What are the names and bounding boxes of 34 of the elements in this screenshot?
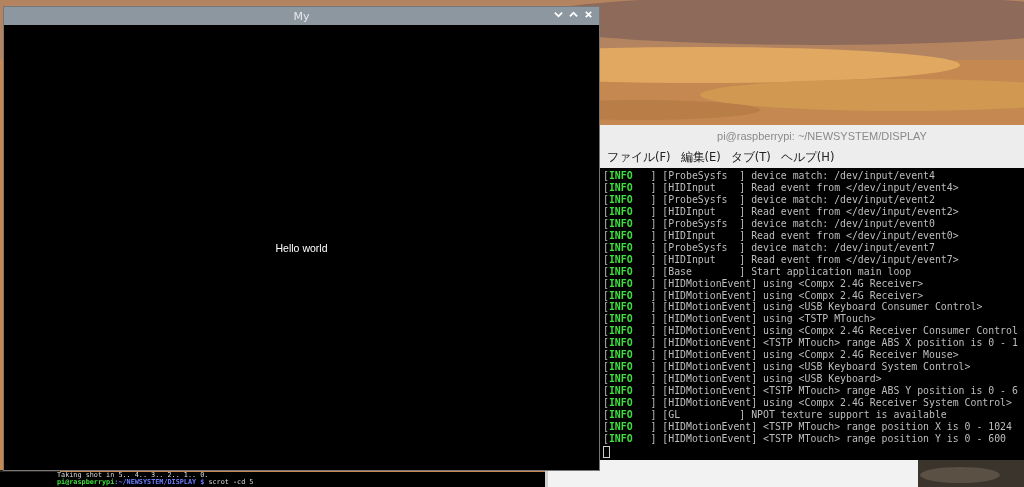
log-line: [INFO ] [ProbeSysfs ] device match: /dev/input/event2 [603,193,935,206]
log-line: [INFO ] [GL ] NPOT texture support is available [603,409,947,421]
cursor-icon [603,445,610,458]
log-line: [INFO ] [Base ] Start application main loop [603,265,912,278]
log-line: [INFO ] [HIDMotionEvent] <TSTP MTouch> range position Y is 0 - 600 [603,432,1007,445]
log-line: [INFO ] [HIDInput ] Read event from </dev/input/event7> [603,253,959,266]
log-line: [INFO ] [HIDMotionEvent] <TSTP MTouch> range ABS Y position is 0 - 6 [603,385,1018,398]
window-title: pi@raspberrypi: ~/NEWSYSTEM/DISPLAY [717,130,927,142]
log-line: [INFO ] [HIDMotionEvent] using <Compx 2.4G Receiver> [603,289,924,302]
log-line: [INFO ] [HIDMotionEvent] using <USB Keyboard> [603,373,882,386]
log-line: [INFO ] [HIDMotionEvent] using <USB Keyboard Consumer Control> [603,301,983,314]
log-line: [INFO ] [HIDInput ] Read event from </dev/input/event4> [603,181,959,194]
menu-item[interactable]: 編集(E) [680,150,721,165]
close-icon[interactable] [584,10,593,19]
maximize-icon[interactable] [569,10,578,19]
log-line: [INFO ] [HIDMotionEvent] using <TSTP MTouch> [603,313,876,326]
log-line: [INFO ] [HIDMotionEvent] using <Compx 2.4G Receiver Mouse> [603,349,959,362]
log-line: [INFO ] [HIDMotionEvent] <TSTP MTouch> range position X is 0 - 1024 [603,421,1012,433]
log-line: [INFO ] [HIDMotionEvent] using <Compx 2.4G Receiver System Control> [603,397,1012,410]
menu-item[interactable]: ヘルプ(H) [780,150,835,165]
window-title: My [293,9,310,23]
log-line: [INFO ] [HIDMotionEvent] using <Compx 2.4G Receiver Consumer Control [603,325,1018,338]
log-line: [INFO ] [HIDInput ] Read event from </dev/input/event2> [603,205,959,218]
minimize-icon[interactable] [554,10,563,19]
log-line: [INFO ] [HIDMotionEvent] using <Compx 2.4G Receiver> [603,277,924,290]
log-line: [INFO ] [HIDMotionEvent] using <USB Keyboard System Control> [603,361,971,374]
log-line: [INFO ] [ProbeSysfs ] device match: /dev/input/event7 [603,241,935,254]
menu-item[interactable]: ファイル(F) [607,150,671,165]
hello-text: Hello world [275,241,328,254]
log-line: [INFO ] [ProbeSysfs ] device match: /dev/input/event0 [603,217,935,230]
log-line: [INFO ] [ProbeSysfs ] device match: /dev/input/event4 [603,170,935,182]
log-line: [INFO ] [HIDInput ] Read event from </dev/input/event0> [603,229,959,242]
menu-item[interactable]: タブ(T) [730,150,771,165]
log-line: [INFO ] [HIDMotionEvent] <TSTP MTouch> range ABS X position is 0 - 1 [603,337,1018,350]
